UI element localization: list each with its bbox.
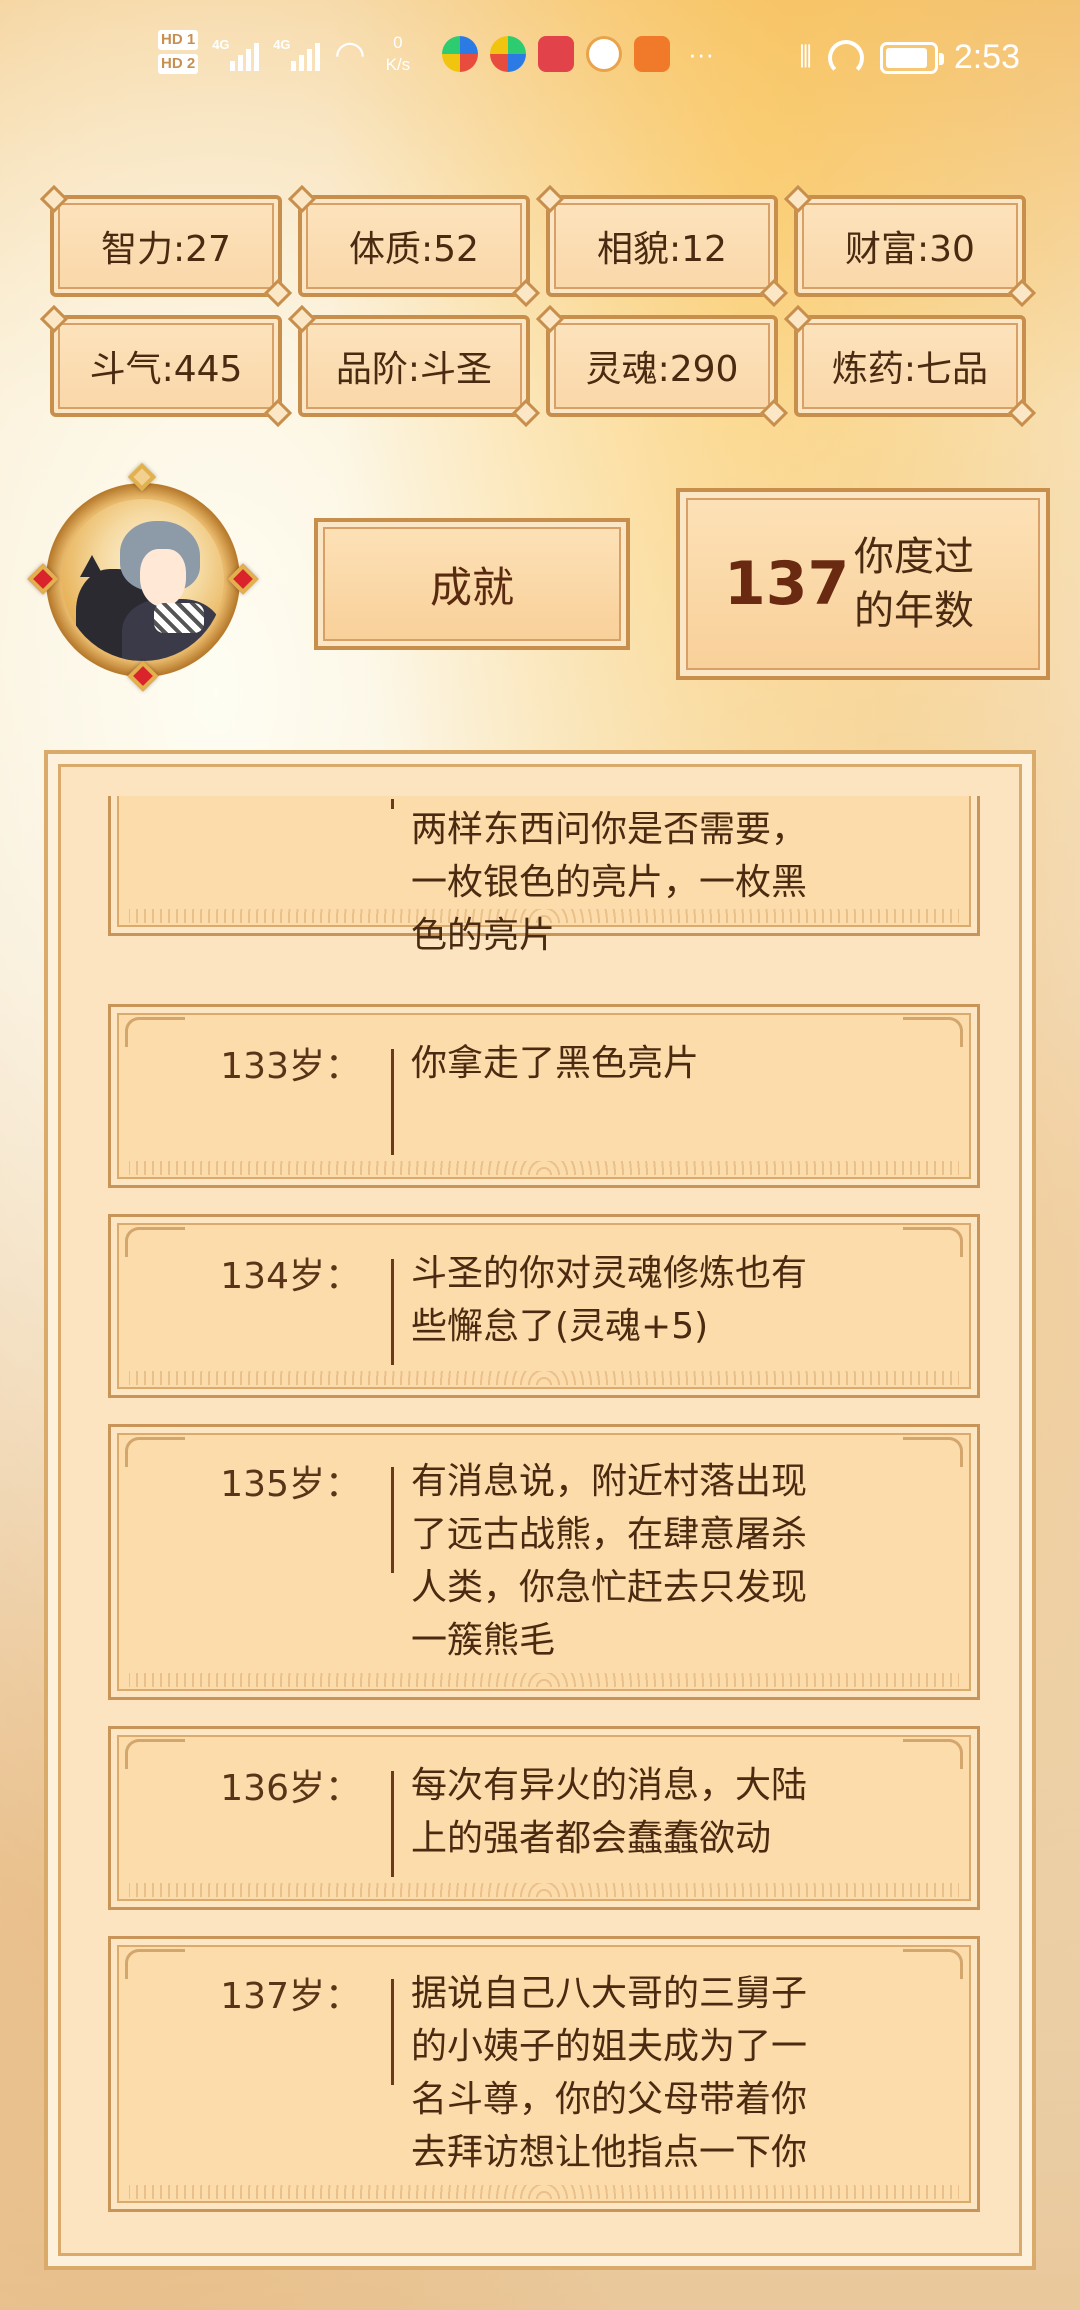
play-app-icon	[634, 36, 671, 72]
years-lived-panel: 137 你度过 的年数	[676, 488, 1050, 680]
network-speed: 0 K/s	[386, 32, 411, 76]
entry-age: 134岁：	[220, 1256, 361, 1297]
stat-soul: 灵魂:290	[546, 315, 778, 417]
more-notifications-icon: ···	[688, 38, 715, 69]
battery-icon	[879, 41, 944, 74]
entry-text: 你拿走了黑色亮片	[411, 1043, 700, 1084]
ornament-icon	[903, 1949, 963, 1979]
status-bar: HD 1 HD 2 4G 4G ◠ 0 K/s ··· ⫴ 2:53	[0, 0, 1080, 120]
ornament-icon	[903, 1437, 963, 1467]
entry-divider	[391, 799, 394, 809]
avatar-image	[62, 499, 224, 661]
entry-text: 每次有异火的消息，大陆 上的强者都会蠢蠢欲动	[411, 1765, 808, 1859]
entry-age: 135岁：	[220, 1464, 361, 1505]
speed-unit: K/s	[385, 55, 411, 74]
pinwheel-app-icon	[442, 36, 479, 72]
history-entry: 137岁： 据说自己八大哥的三舅子 的小姨子的姐夫成为了一 名斗尊，你的父母带着…	[108, 1936, 980, 2212]
entry-text: 两样东西问你是否需要， 一枚银色的亮片，一枚黑 色的亮片	[411, 809, 808, 956]
speed-value: 0	[393, 33, 403, 52]
stat-physique: 体质:52	[298, 195, 530, 297]
status-left: HD 1 HD 2 4G 4G ◠ 0 K/s ···	[158, 30, 714, 78]
entry-divider	[391, 1259, 394, 1365]
years-label-line1: 你度过	[854, 534, 974, 580]
history-entry: 135岁： 有消息说，附近村落出现 了远古战熊，在肆意屠杀 人类，你急忙赶去只发…	[108, 1424, 980, 1700]
notification-icons	[442, 36, 671, 72]
years-lived-label: 你度过 的年数	[854, 530, 994, 638]
stat-douqi: 斗气:445	[50, 315, 282, 417]
sim1-label: HD 1	[158, 30, 199, 50]
history-entry: 134岁： 斗圣的你对灵魂修炼也有 些懈怠了(灵魂+5)	[108, 1214, 980, 1398]
history-entry: 133岁： 你拿走了黑色亮片	[108, 1004, 980, 1188]
network-type-label-2: 4G	[273, 37, 291, 52]
stat-appearance: 相貌:12	[546, 195, 778, 297]
network-type-label: 4G	[212, 37, 230, 52]
entry-age: 136岁：	[220, 1768, 361, 1809]
stat-intelligence: 智力:27	[50, 195, 282, 297]
entry-text: 有消息说，附近村落出现 了远古战熊，在肆意屠杀 人类，你急忙赶去只发现 一簇熊毛	[411, 1461, 808, 1661]
vibrate-icon: ⫴	[799, 40, 812, 74]
entry-age: 137岁：	[220, 1976, 361, 2017]
history-entry: 136岁： 每次有异火的消息，大陆 上的强者都会蠢蠢欲动	[108, 1726, 980, 1910]
ornament-icon	[903, 1739, 963, 1769]
history-list[interactable]: 两样东西问你是否需要， 一枚银色的亮片，一枚黑 色的亮片 133岁： 你拿走了黑…	[108, 796, 980, 2232]
sim2-label: HD 2	[158, 54, 199, 74]
ball-app-icon	[586, 36, 623, 72]
avatar[interactable]	[27, 462, 259, 695]
battery-fill	[885, 47, 928, 68]
book-app-icon	[538, 36, 575, 72]
entry-divider	[391, 1771, 394, 1877]
pinwheel-app-icon-2	[490, 36, 527, 72]
life-history-panel[interactable]: 两样东西问你是否需要， 一枚银色的亮片，一枚黑 色的亮片 133岁： 你拿走了黑…	[44, 750, 1036, 2270]
years-label-line2: 的年数	[854, 588, 974, 634]
stat-alchemy: 炼药:七品	[794, 315, 1026, 417]
attribute-grid: 智力:27 体质:52 相貌:12 财富:30 斗气:445 品阶:斗圣 灵魂:…	[50, 195, 1030, 417]
entry-divider	[391, 1049, 394, 1155]
wifi-icon: ◠	[334, 33, 366, 74]
entry-text: 据说自己八大哥的三舅子 的小姨子的姐夫成为了一 名斗尊，你的父母带着你 去拜访想…	[411, 1973, 808, 2173]
status-right: ⫴ 2:53	[799, 38, 1020, 77]
achievement-button[interactable]: 成就	[314, 518, 630, 650]
entry-divider	[391, 1467, 394, 1573]
signal-icon-2: 4G	[273, 37, 321, 71]
signal-icon: 4G	[212, 37, 260, 71]
years-lived-value: 137	[724, 549, 850, 619]
ornament-icon	[903, 1227, 963, 1257]
entry-divider	[391, 1979, 394, 2085]
entry-age: 133岁：	[220, 1046, 361, 1087]
clock: 2:53	[953, 38, 1020, 76]
sim-indicator: HD 1 HD 2	[158, 30, 199, 78]
stat-rank: 品阶:斗圣	[298, 315, 530, 417]
ornament-icon	[903, 1017, 963, 1047]
history-entry: 两样东西问你是否需要， 一枚银色的亮片，一枚黑 色的亮片	[108, 796, 980, 956]
entry-text: 斗圣的你对灵魂修炼也有 些懈怠了(灵魂+5)	[411, 1253, 808, 1347]
performance-icon	[827, 39, 864, 76]
stat-wealth: 财富:30	[794, 195, 1026, 297]
